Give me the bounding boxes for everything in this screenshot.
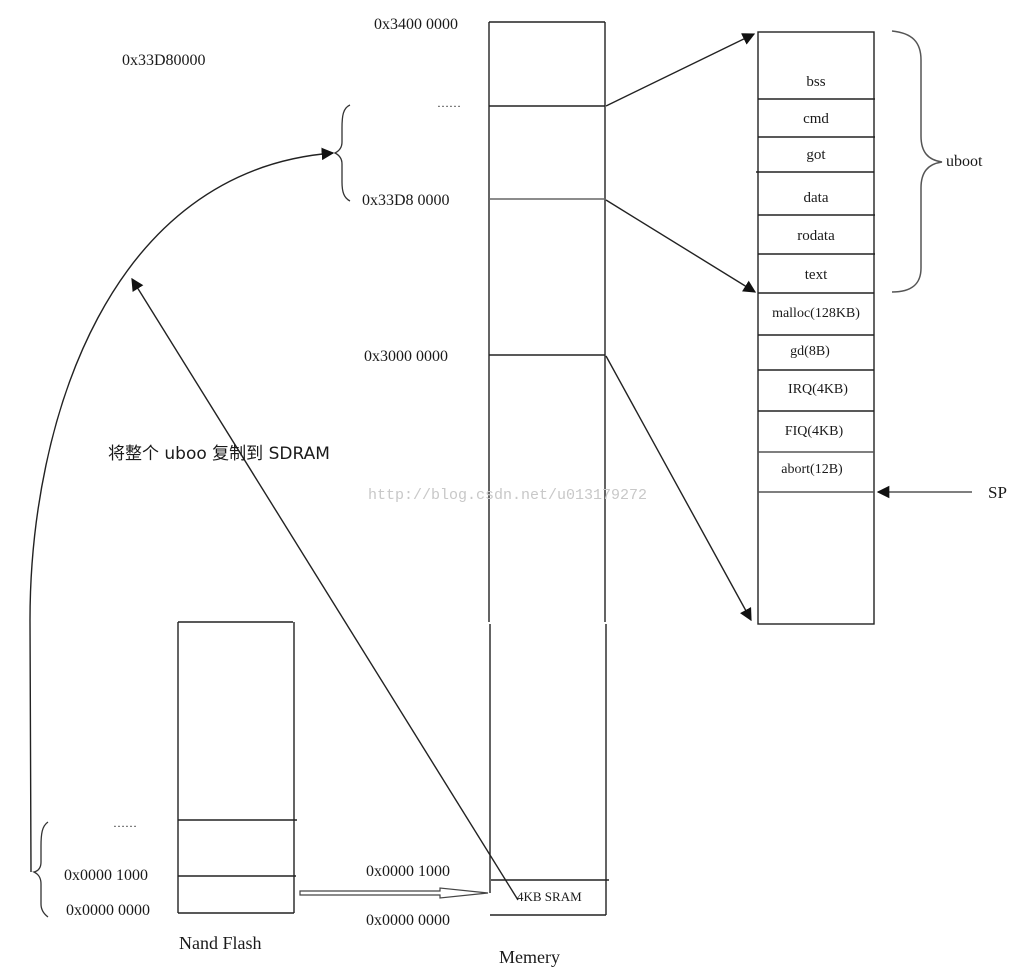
region-brace-top (333, 104, 351, 202)
memory-address-3000: 0x3000 0000 (364, 348, 448, 365)
nand-flash-label: Nand Flash (179, 933, 262, 953)
segment-got: got (806, 147, 826, 163)
segment-text: text (804, 267, 828, 283)
segment-cmd: cmd (803, 111, 829, 127)
region-brace-bottom (32, 821, 49, 918)
arrow-to-stack-top (605, 33, 756, 107)
sram-label: 4KB SRAM (517, 889, 582, 904)
nand-address-1000: 0x0000 1000 (64, 867, 148, 884)
memory-label: Memery (499, 947, 560, 967)
top-left-address: 0x33D80000 (122, 52, 206, 69)
nand-ellipsis: …… (113, 816, 137, 830)
segment-data: data (803, 190, 829, 206)
segment-abort: abort(12B) (781, 462, 843, 477)
memory-address-1000: 0x0000 1000 (366, 863, 450, 880)
uboot-brace (891, 30, 943, 293)
copy-curve-arrow (29, 147, 335, 873)
arrow-to-text (605, 199, 757, 293)
segment-irq: IRQ(4KB) (788, 382, 848, 397)
sram-to-curve-arrow (131, 277, 519, 901)
segment-gd: gd(8B) (790, 344, 830, 359)
memory-address-3400: 0x3400 0000 (374, 16, 458, 33)
memory-address-33d8: 0x33D8 0000 (362, 192, 450, 209)
nand-address-0000: 0x0000 0000 (66, 902, 150, 919)
segment-malloc: malloc(128KB) (772, 306, 860, 321)
memory-column (488, 21, 609, 916)
memory-ellipsis: …… (437, 96, 461, 110)
watermark: http://blog.csdn.net/u013179272 (368, 487, 648, 504)
sp-label: SP (988, 483, 1007, 502)
expand-arrows (605, 33, 757, 622)
nand-flash-box (177, 621, 297, 914)
uboot-brace-label: uboot (946, 153, 983, 170)
segment-fiq: FIQ(4KB) (784, 424, 844, 439)
segment-rodata: rodata (797, 228, 835, 244)
memory-address-0000: 0x0000 0000 (366, 912, 450, 929)
nand-to-memory-arrow (299, 887, 489, 899)
copy-description: 将整个 uboo 复制到 SDRAM (108, 444, 330, 464)
segment-bss: bss (806, 74, 826, 90)
